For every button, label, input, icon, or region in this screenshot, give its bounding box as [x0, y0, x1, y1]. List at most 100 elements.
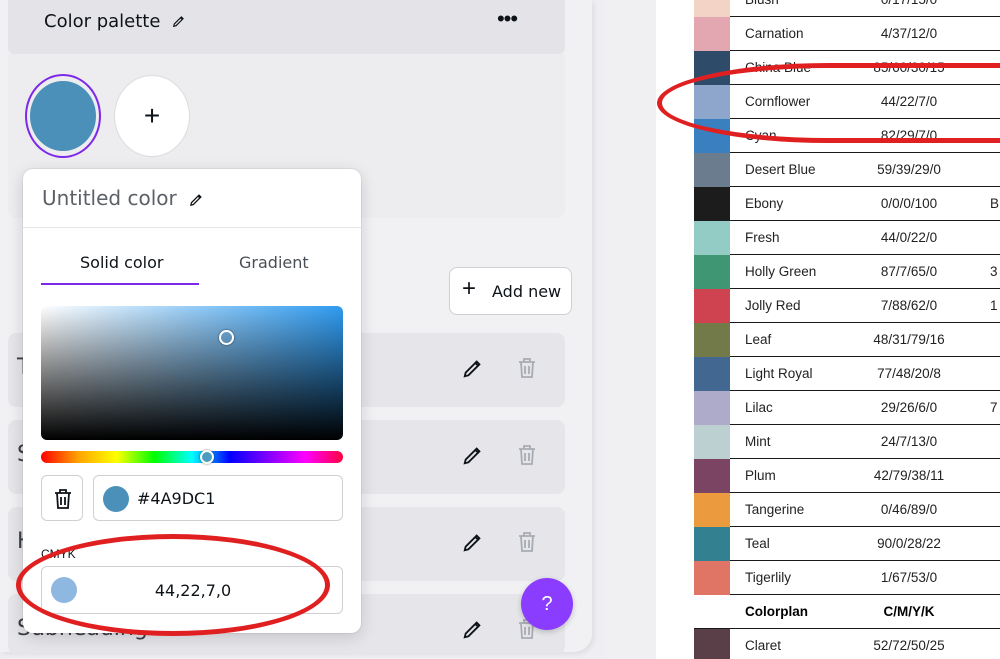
- color-swatch: [694, 527, 730, 561]
- cmyk-cell: 1/67/53/0: [880, 570, 938, 585]
- cmyk-cell: 42/79/38/11: [873, 468, 945, 483]
- cmyk-cell: 90/0/28/22: [877, 536, 941, 551]
- pencil-icon[interactable]: [462, 444, 484, 471]
- add-new-label: Add new: [492, 282, 562, 301]
- hex-color-preview: [103, 486, 129, 512]
- cmyk-cell: 0/46/89/0: [880, 502, 938, 517]
- color-name-cell: Jolly Red: [745, 298, 801, 313]
- saturation-value-area[interactable]: [41, 306, 343, 440]
- pencil-icon[interactable]: [462, 531, 484, 558]
- table-row: Teal 90/0/28/22: [694, 527, 1000, 561]
- palette-title-text: Color palette: [44, 11, 161, 32]
- color-swatch: [694, 391, 730, 425]
- color-name-cell: Claret: [745, 638, 782, 653]
- saturation-handle[interactable]: [219, 330, 234, 345]
- extra-cell: 3: [990, 264, 998, 279]
- color-name-cell: Light Royal: [745, 366, 813, 381]
- pencil-icon[interactable]: [462, 357, 484, 384]
- pencil-icon[interactable]: [189, 188, 204, 212]
- hex-input[interactable]: #4A9DC1: [93, 475, 343, 521]
- add-color-button[interactable]: +: [114, 75, 190, 157]
- cmyk-cell: 0/0/0/100: [880, 196, 938, 211]
- color-name-cell: Ebony: [745, 196, 784, 211]
- color-swatch: [694, 425, 730, 459]
- color-swatch: [694, 289, 730, 323]
- tab-solid-color[interactable]: Solid color: [80, 253, 163, 272]
- color-swatch[interactable]: [30, 81, 96, 151]
- plus-icon: +: [462, 275, 477, 302]
- color-name-text: Untitled color: [42, 186, 177, 210]
- color-swatch: [694, 221, 730, 255]
- color-swatch: [694, 459, 730, 493]
- extra-cell: 1: [990, 298, 998, 313]
- tab-gradient[interactable]: Gradient: [239, 253, 309, 272]
- cmyk-cell: 0/17/15/0: [834, 0, 984, 7]
- color-name-title[interactable]: Untitled color: [42, 186, 204, 212]
- palette-title[interactable]: Color palette: [44, 11, 186, 33]
- trash-icon[interactable]: [517, 444, 537, 471]
- table-row: Ebony 0/0/0/100 B: [694, 187, 1000, 221]
- more-options-button[interactable]: •••: [492, 8, 522, 36]
- table-row: Light Royal 77/48/20/8: [694, 357, 1000, 391]
- cmyk-cell: 52/72/50/25: [873, 638, 945, 653]
- pencil-icon[interactable]: [462, 618, 484, 645]
- divider: [23, 227, 361, 228]
- table-row: Mint 24/7/13/0: [694, 425, 1000, 459]
- table-row: Claret 52/72/50/25: [694, 629, 1000, 659]
- pencil-icon[interactable]: [172, 12, 186, 33]
- active-tab-indicator: [41, 283, 199, 285]
- color-name-cell: Leaf: [745, 332, 772, 347]
- color-swatch: [694, 0, 730, 17]
- trash-icon[interactable]: [517, 531, 537, 558]
- color-name-cell: Teal: [745, 536, 770, 551]
- table-row: Jolly Red 7/88/62/0 1: [694, 289, 1000, 323]
- table-row: Fresh 44/0/22/0: [694, 221, 1000, 255]
- trash-icon[interactable]: [517, 357, 537, 384]
- table-row: Lilac 29/26/6/0 7: [694, 391, 1000, 425]
- annotation-ellipse: [657, 63, 1000, 143]
- cmyk-cell: C/M/Y/K: [883, 604, 935, 619]
- color-swatch: [694, 323, 730, 357]
- window-gutter: [604, 0, 656, 659]
- delete-color-button[interactable]: [41, 475, 83, 521]
- color-name-cell: Lilac: [745, 400, 773, 415]
- cmyk-cell: 48/31/79/16: [873, 332, 945, 347]
- table-row: Blush 0/17/15/0: [694, 0, 1000, 17]
- color-name-cell: Fresh: [745, 230, 780, 245]
- table-row: Tigerlily 1/67/53/0: [694, 561, 1000, 595]
- color-name-cell: Carnation: [745, 26, 804, 41]
- cmyk-cell: 7/88/62/0: [880, 298, 938, 313]
- cmyk-cell: 44/0/22/0: [880, 230, 938, 245]
- table-row: Tangerine 0/46/89/0: [694, 493, 1000, 527]
- extra-cell: B: [990, 196, 1000, 211]
- add-new-button[interactable]: + Add new: [449, 267, 572, 315]
- color-swatch: [694, 493, 730, 527]
- color-name-cell: Tangerine: [745, 502, 805, 517]
- table-row: Plum 42/79/38/11: [694, 459, 1000, 493]
- cmyk-cell: 77/48/20/8: [877, 366, 941, 381]
- screenshot-root: Color palette ••• + + Add new Untitled c…: [0, 0, 1000, 659]
- color-swatch: [694, 629, 730, 659]
- cmyk-cell: 29/26/6/0: [880, 400, 938, 415]
- annotation-ellipse: [16, 534, 330, 636]
- cmyk-cell: 87/7/65/0: [880, 264, 938, 279]
- color-name-cell: Holly Green: [745, 264, 817, 279]
- trash-icon: [55, 489, 71, 509]
- hue-slider[interactable]: [41, 451, 343, 463]
- color-swatch: [694, 187, 730, 221]
- color-swatch: [694, 357, 730, 391]
- palette-header: Color palette •••: [8, 0, 565, 54]
- color-name-cell: Tigerlily: [745, 570, 792, 585]
- table-row: Leaf 48/31/79/16: [694, 323, 1000, 357]
- color-name-cell: Mint: [745, 434, 771, 449]
- table-row: Carnation 4/37/12/0: [694, 17, 1000, 51]
- color-name-cell: Blush: [745, 0, 779, 7]
- color-swatch: [694, 255, 730, 289]
- hex-value: #4A9DC1: [137, 489, 216, 508]
- color-swatch: [694, 561, 730, 595]
- table-row: Holly Green 87/7/65/0 3: [694, 255, 1000, 289]
- help-button[interactable]: ?: [521, 578, 573, 630]
- hue-handle[interactable]: [200, 450, 214, 464]
- color-name-cell: Plum: [745, 468, 776, 483]
- color-name-cell: Colorplan: [745, 604, 808, 619]
